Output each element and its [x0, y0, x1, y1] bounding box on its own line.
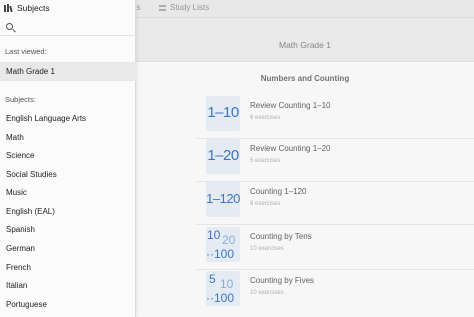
subjects-drawer: Subjects Last viewed: Math Grade 1 Subje…: [0, 0, 136, 317]
subject-label: Italian: [6, 281, 28, 290]
subject-item-english-eal[interactable]: English (EAL): [0, 202, 136, 220]
last-viewed-item[interactable]: Math Grade 1: [0, 62, 136, 81]
modal-overlay[interactable]: [136, 0, 474, 317]
subject-label: Social Studies: [6, 170, 57, 179]
subject-label: Science: [6, 151, 35, 160]
books-icon: [4, 4, 13, 13]
subject-label: Music: [6, 188, 27, 197]
subject-item-math[interactable]: Math: [0, 128, 136, 146]
subject-item-italian[interactable]: Italian: [0, 276, 136, 294]
subject-item-french[interactable]: French: [0, 258, 136, 276]
subject-label: English Language Arts: [6, 114, 87, 123]
search-input[interactable]: [18, 21, 130, 34]
subject-item-english-language-arts[interactable]: English Language Arts: [0, 109, 136, 127]
subject-label: Math: [6, 133, 24, 142]
drawer-title: Subjects: [17, 3, 50, 13]
subject-item-portuguese[interactable]: Portuguese: [0, 295, 136, 313]
search-icon: [6, 23, 13, 30]
subject-item-german[interactable]: German: [0, 239, 136, 257]
last-viewed-label: Last viewed:: [5, 47, 47, 56]
subject-item-music[interactable]: Music: [0, 183, 136, 201]
subject-item-spanish[interactable]: Spanish: [0, 220, 136, 238]
search-bar: [0, 19, 136, 36]
subject-label: Spanish: [6, 225, 35, 234]
subject-item-science[interactable]: Science: [0, 146, 136, 164]
subjects-label: Subjects:: [5, 95, 36, 104]
subject-label: Portuguese: [6, 300, 47, 309]
subject-label: English (EAL): [6, 207, 55, 216]
subject-label: French: [6, 263, 31, 272]
subject-item-social-studies[interactable]: Social Studies: [0, 165, 136, 183]
drawer-header: Subjects: [0, 0, 136, 16]
subject-label: German: [6, 244, 35, 253]
